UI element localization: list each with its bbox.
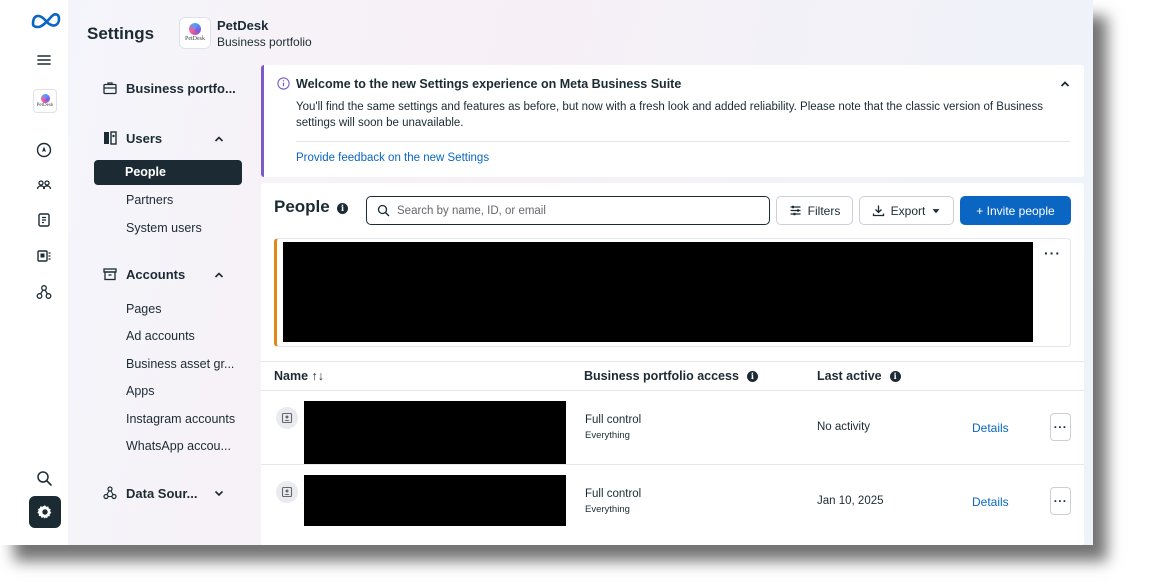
details-link[interactable]: Details	[972, 421, 1009, 435]
redacted-block	[283, 242, 1033, 342]
nav-item-apps[interactable]: Apps	[126, 384, 155, 398]
settings-button[interactable]	[29, 496, 61, 528]
nav-item-people[interactable]: People	[94, 160, 242, 185]
access-scope: Everything	[585, 504, 630, 515]
info-icon[interactable]: i	[337, 203, 348, 214]
invite-people-button[interactable]: + Invite people	[960, 196, 1071, 225]
last-active-value: Jan 10, 2025	[817, 495, 884, 507]
feedback-link[interactable]: Provide feedback on the new Settings	[296, 152, 489, 164]
nav-users-section[interactable]: Users	[102, 130, 162, 146]
nav-business-portfolio[interactable]: Business portfo...	[102, 80, 236, 96]
people-heading: People	[274, 197, 330, 216]
column-access-label: Business portfolio access	[584, 369, 739, 383]
nav-item-whatsapp-accounts[interactable]: WhatsApp accou...	[126, 439, 231, 453]
column-name[interactable]: Name ↑↓	[274, 369, 324, 383]
data-sources-icon	[103, 486, 117, 500]
invite-people-label: + Invite people	[976, 203, 1055, 218]
content-icon[interactable]	[31, 207, 57, 233]
access-scope: Everything	[585, 430, 630, 441]
search-icon[interactable]	[31, 465, 57, 491]
nav-accounts-label: Accounts	[126, 266, 186, 282]
nav-business-portfolio-label: Business portfo...	[126, 80, 236, 96]
nav-accounts-section[interactable]: Accounts	[102, 266, 185, 282]
banner-title: Welcome to the new Settings experience o…	[296, 77, 682, 91]
nav-item-system-users[interactable]: System users	[126, 221, 202, 235]
people-summary-card: ···	[274, 238, 1071, 347]
briefcase-icon	[103, 82, 117, 95]
nav-data-sources-section[interactable]: Data Sour...	[102, 485, 198, 501]
chevron-up-icon[interactable]	[213, 269, 225, 281]
business-logo-text: PetDesk	[36, 102, 54, 108]
banner-divider	[296, 141, 1070, 142]
person-badge-icon	[281, 412, 293, 424]
menu-icon[interactable]	[31, 47, 57, 73]
info-circle-icon	[277, 77, 290, 90]
welcome-banner: Welcome to the new Settings experience o…	[261, 65, 1084, 177]
row-more-button[interactable]: ···	[1050, 413, 1071, 441]
person-badge-icon	[281, 486, 293, 498]
person-avatar	[276, 407, 298, 429]
redacted-name	[304, 475, 566, 526]
connections-icon[interactable]	[31, 279, 57, 305]
search-input[interactable]	[397, 204, 757, 217]
access-level: Full control	[585, 414, 642, 426]
people-search[interactable]	[366, 196, 770, 225]
business-logo	[40, 93, 50, 103]
ads-icon[interactable]	[31, 243, 57, 269]
export-label: Export	[890, 203, 926, 218]
info-icon[interactable]: i	[889, 370, 901, 382]
nav-item-pages[interactable]: Pages	[126, 302, 161, 316]
chevron-down-icon[interactable]	[213, 487, 225, 499]
nav-users-label: Users	[126, 130, 163, 146]
accounts-icon	[103, 268, 117, 281]
info-icon[interactable]: i	[746, 370, 758, 382]
more-options-icon[interactable]: ···	[1044, 245, 1061, 261]
page-title: Settings	[87, 24, 155, 43]
details-link[interactable]: Details	[972, 495, 1009, 509]
gear-icon	[37, 505, 52, 519]
nav-data-sources-label: Data Sour...	[126, 485, 198, 501]
export-button[interactable]: Export	[859, 196, 954, 225]
filter-icon	[790, 205, 801, 216]
business-icon[interactable]: PetDesk	[33, 89, 57, 113]
portfolio-logo[interactable]: PetDesk	[179, 17, 211, 49]
meta-logo-icon[interactable]	[30, 8, 62, 32]
filters-label: Filters	[807, 203, 841, 218]
access-level: Full control	[585, 488, 642, 500]
chevron-up-icon[interactable]	[213, 133, 225, 145]
compass-icon[interactable]	[31, 137, 57, 163]
portfolio-name[interactable]: PetDesk	[217, 18, 268, 33]
chevron-up-icon[interactable]	[1058, 77, 1072, 91]
row-more-button[interactable]: ···	[1050, 487, 1071, 515]
column-name-label: Name ↑↓	[274, 369, 325, 383]
portfolio-logo-text: PetDesk	[185, 36, 205, 42]
users-icon	[104, 131, 117, 145]
column-last-active-label: Last active	[817, 369, 882, 383]
redacted-name	[304, 401, 566, 467]
nav-item-business-asset-groups[interactable]: Business asset gr...	[126, 357, 234, 371]
last-active-value: No activity	[817, 421, 871, 433]
global-nav-rail: PetDesk	[0, 0, 68, 545]
filters-button[interactable]: Filters	[776, 196, 853, 225]
nav-item-ad-accounts[interactable]: Ad accounts	[126, 329, 195, 343]
search-icon	[377, 204, 390, 217]
nav-item-partners[interactable]: Partners	[126, 193, 173, 207]
portfolio-logo-mark	[189, 23, 201, 35]
person-avatar	[276, 481, 298, 503]
column-access: Business portfolio access i	[584, 369, 758, 383]
download-icon	[872, 205, 884, 217]
banner-body: You'll find the same settings and featur…	[296, 101, 1043, 129]
column-last-active: Last active i	[817, 369, 901, 383]
caret-down-icon	[932, 208, 940, 213]
nav-item-instagram-accounts[interactable]: Instagram accounts	[126, 412, 235, 426]
people-icon[interactable]	[31, 172, 57, 198]
portfolio-type: Business portfolio	[217, 35, 312, 49]
app-window: PetDesk Settings PetDesk PetDesk Busines…	[0, 0, 1093, 545]
